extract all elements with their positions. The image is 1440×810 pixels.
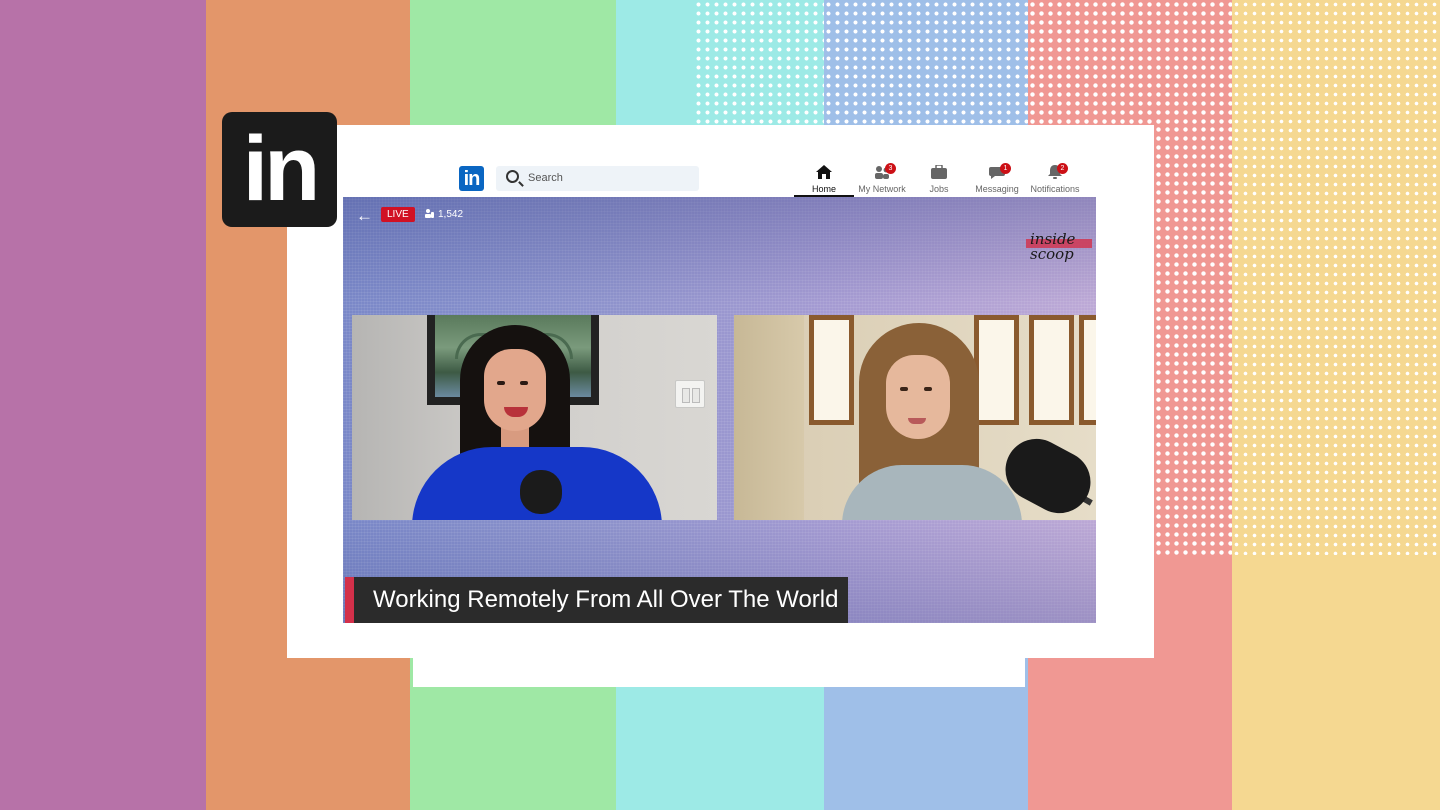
- back-arrow-icon[interactable]: ←: [356, 207, 373, 224]
- window: [974, 315, 1019, 425]
- bg-dot-pattern: [824, 0, 1028, 125]
- nav-item-messaging[interactable]: 1 Messaging: [967, 163, 1027, 197]
- bg-dot-pattern: [694, 0, 824, 125]
- bg-dot-pattern: [1028, 0, 1232, 125]
- nav-item-notifications[interactable]: 2 Notifications: [1025, 163, 1085, 197]
- window: [1079, 315, 1096, 425]
- video-caption: Working Remotely From All Over The World: [345, 577, 849, 623]
- linkedin-logo-icon: in: [222, 112, 337, 227]
- search-input[interactable]: Search: [496, 166, 699, 191]
- show-logo-line2: scoop: [1030, 245, 1074, 263]
- light-switch: [675, 380, 705, 408]
- viewers-icon: [425, 209, 434, 218]
- show-logo: inside scoop: [1024, 230, 1094, 270]
- nav-label: Notifications: [1030, 184, 1080, 194]
- briefcase-icon: [931, 165, 947, 179]
- search-icon: [506, 170, 519, 183]
- nav-item-jobs[interactable]: Jobs: [909, 163, 969, 197]
- bg-stripe-purple: [0, 0, 206, 810]
- nav-label: Home: [811, 184, 836, 194]
- nav-label: Jobs: [929, 184, 949, 194]
- live-badge: LIVE: [381, 207, 415, 222]
- home-icon: [816, 165, 832, 179]
- viewer-count: 1,542: [425, 208, 463, 220]
- speaker-video-left: [352, 315, 717, 520]
- nav-item-home[interactable]: Home: [794, 163, 854, 197]
- microphone-icon: [520, 470, 562, 514]
- nav-label: My Network: [858, 184, 906, 194]
- nav-label: Messaging: [975, 184, 1019, 194]
- screenshot-card-extension: [413, 658, 1025, 687]
- window: [809, 315, 854, 425]
- search-placeholder: Search: [528, 172, 563, 184]
- linkedin-nav-logo-icon[interactable]: in: [459, 166, 484, 191]
- viewer-count-value: 1,542: [438, 209, 464, 220]
- messaging-badge: 1: [1000, 163, 1011, 174]
- speaker-video-right: [734, 315, 1096, 520]
- bg-dot-pattern: [1232, 0, 1440, 555]
- network-badge: 3: [885, 163, 896, 174]
- nav-item-my-network[interactable]: 3 My Network: [852, 163, 912, 197]
- notifications-badge: 2: [1057, 163, 1068, 174]
- live-video-player[interactable]: ← LIVE 1,542 inside scoop Working Remote…: [343, 197, 1096, 623]
- bg-dot-pattern: [1154, 125, 1232, 557]
- window: [1029, 315, 1074, 425]
